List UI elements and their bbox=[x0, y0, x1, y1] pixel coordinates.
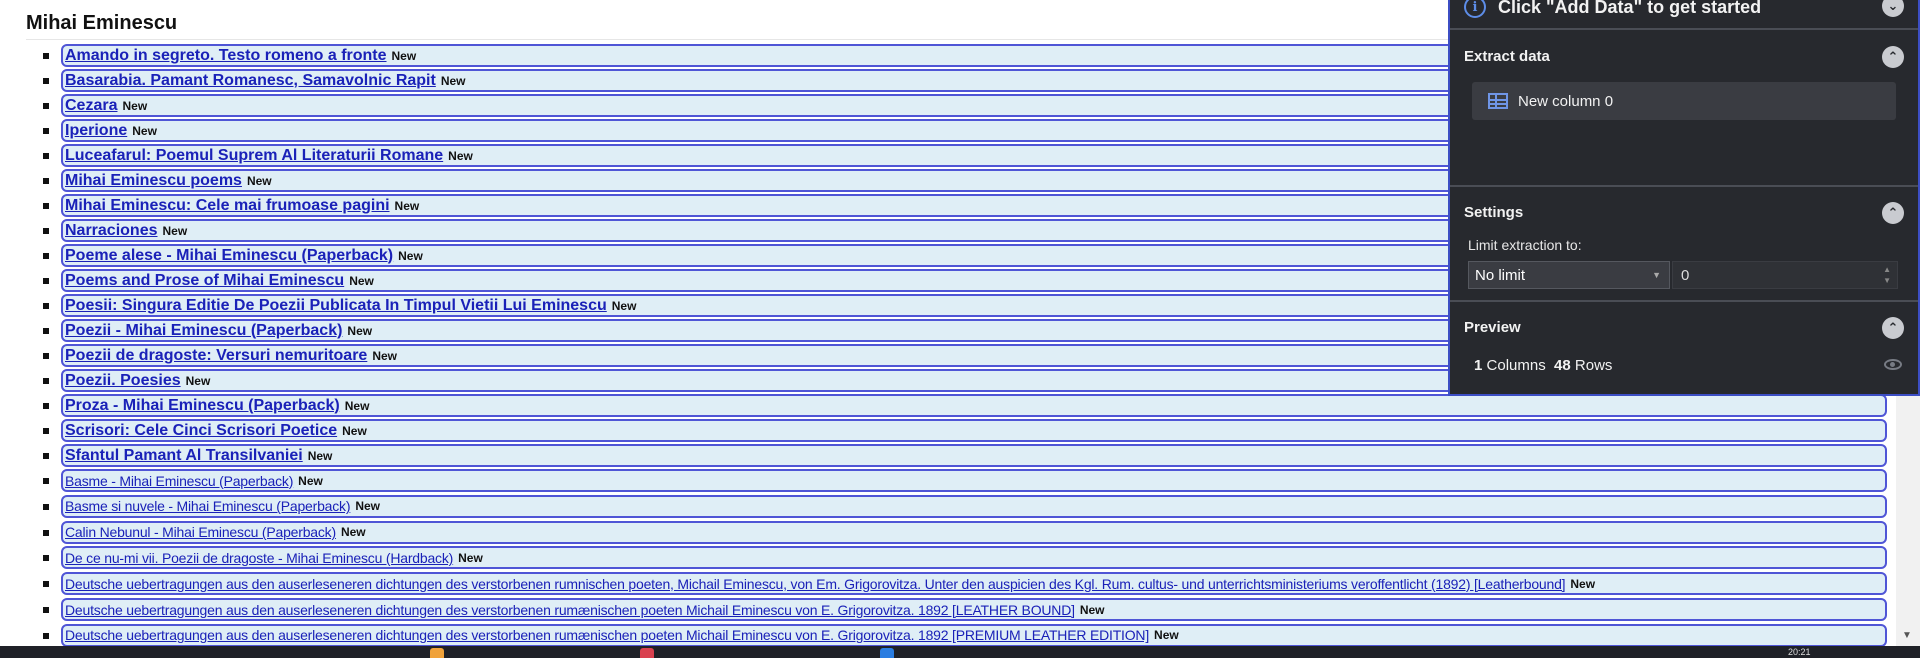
limit-input-value: 0 bbox=[1681, 266, 1690, 284]
book-title-link[interactable]: Poezii de dragoste: Versuri nemuritoare bbox=[65, 347, 367, 365]
book-list-item: Calin Nebunul - Mihai Eminescu (Paperbac… bbox=[43, 520, 1887, 544]
book-title-link[interactable]: Deutsche uebertragungen aus den auserles… bbox=[65, 576, 1566, 592]
new-badge: New bbox=[355, 499, 381, 514]
limit-label: Limit extraction to: bbox=[1468, 237, 1582, 253]
panel-header: i Click "Add Data" to get started ⌄ bbox=[1450, 0, 1918, 30]
book-title-link[interactable]: Proza - Mihai Eminescu (Paperback) bbox=[65, 397, 340, 415]
book-title-link[interactable]: Cezara bbox=[65, 97, 117, 115]
book-title-link[interactable]: Deutsche uebertragungen aus den auserles… bbox=[65, 627, 1149, 643]
new-badge: New bbox=[1079, 602, 1105, 617]
info-icon: i bbox=[1464, 0, 1486, 18]
book-list-item: Deutsche uebertragungen aus den auserles… bbox=[43, 572, 1887, 596]
book-list-item: Basme - Mihai Eminescu (Paperback) New bbox=[43, 469, 1887, 492]
book-list-item: Basme si nuvele - Mihai Eminescu (Paperb… bbox=[43, 494, 1887, 518]
book-title-link[interactable]: Poems and Prose of Mihai Eminescu bbox=[65, 272, 344, 290]
new-badge: New bbox=[611, 298, 637, 313]
column-label: New column 0 bbox=[1518, 92, 1614, 110]
book-title-link[interactable]: Poezii - Mihai Eminescu (Paperback) bbox=[65, 322, 342, 340]
book-list-item: De ce nu-mi vii. Poezii de dragoste - Mi… bbox=[43, 546, 1887, 570]
taskbar-app-icon[interactable] bbox=[430, 648, 444, 658]
columns-label: Columns bbox=[1486, 357, 1546, 374]
book-title-link[interactable]: Scrisori: Cele Cinci Scrisori Poetice bbox=[65, 422, 337, 440]
book-title-link[interactable]: Poeme alese - Mihai Eminescu (Paperback) bbox=[65, 247, 393, 265]
book-title-link[interactable]: Basme si nuvele - Mihai Eminescu (Paperb… bbox=[65, 498, 351, 514]
new-badge: New bbox=[344, 398, 370, 413]
new-badge: New bbox=[307, 448, 333, 463]
book-title-link[interactable]: Amando in segreto. Testo romeno a fronte bbox=[65, 47, 387, 65]
chevron-up-icon[interactable]: ⌃ bbox=[1882, 202, 1904, 224]
scroll-down-arrow-icon[interactable]: ▼ bbox=[1902, 630, 1912, 641]
column-icon bbox=[1488, 93, 1508, 109]
book-list-item: Proza - Mihai Eminescu (Paperback) New bbox=[43, 394, 1887, 417]
book-title-link[interactable]: De ce nu-mi vii. Poezii de dragoste - Mi… bbox=[65, 550, 453, 566]
new-badge: New bbox=[298, 473, 323, 488]
book-title-link[interactable]: Luceafarul: Poemul Suprem Al Literaturii… bbox=[65, 147, 443, 165]
book-title-link[interactable]: Iperione bbox=[65, 122, 127, 140]
preview-section: Preview ⌃ bbox=[1450, 300, 1918, 396]
new-badge: New bbox=[185, 373, 211, 388]
new-badge: New bbox=[398, 248, 423, 263]
chevron-up-icon[interactable]: ⌃ bbox=[1882, 46, 1904, 68]
new-badge: New bbox=[440, 73, 466, 88]
taskbar: 20:21 bbox=[0, 646, 1920, 658]
eye-icon[interactable] bbox=[1884, 359, 1902, 370]
settings-title: Settings bbox=[1464, 204, 1524, 221]
preview-title: Preview bbox=[1464, 319, 1521, 336]
new-badge: New bbox=[1570, 576, 1596, 591]
taskbar-app-icon[interactable] bbox=[880, 648, 894, 658]
book-title-link[interactable]: Mihai Eminescu poems bbox=[65, 172, 242, 190]
book-title-link[interactable]: Narraciones bbox=[65, 222, 158, 240]
book-title-link[interactable]: Basme - Mihai Eminescu (Paperback) bbox=[65, 473, 293, 489]
limit-select-value: No limit bbox=[1475, 266, 1526, 284]
rows-label: Rows bbox=[1574, 357, 1613, 374]
new-badge: New bbox=[132, 123, 157, 138]
taskbar-app-icon[interactable] bbox=[640, 648, 654, 658]
limit-input[interactable]: 0 ▲ ▼ bbox=[1672, 261, 1898, 289]
new-badge: New bbox=[391, 48, 417, 63]
new-badge: New bbox=[246, 173, 272, 188]
new-badge: New bbox=[122, 98, 148, 113]
new-badge: New bbox=[349, 273, 374, 288]
new-badge: New bbox=[1154, 628, 1179, 643]
get-started-text: Click "Add Data" to get started bbox=[1498, 0, 1762, 17]
new-badge: New bbox=[347, 323, 373, 338]
book-title-link[interactable]: Sfantul Pamant Al Transilvaniei bbox=[65, 447, 303, 465]
book-list-item: Sfantul Pamant Al Transilvaniei New bbox=[43, 444, 1887, 467]
book-title-link[interactable]: Deutsche uebertragungen aus den auserles… bbox=[65, 602, 1075, 618]
dropdown-arrow-icon: ▼ bbox=[1652, 270, 1661, 280]
chevron-down-icon[interactable]: ⌄ bbox=[1882, 0, 1904, 17]
new-badge: New bbox=[340, 525, 366, 540]
chevron-up-icon[interactable]: ⌃ bbox=[1882, 317, 1904, 339]
column-chip[interactable]: New column 0 bbox=[1472, 82, 1896, 120]
row-count: 48 bbox=[1554, 357, 1571, 374]
column-count: 1 bbox=[1474, 357, 1483, 374]
new-badge: New bbox=[458, 550, 483, 565]
new-badge: New bbox=[448, 148, 473, 163]
book-title-link[interactable]: Poesii: Singura Editie De Poezii Publica… bbox=[65, 297, 607, 315]
new-badge: New bbox=[372, 348, 397, 363]
limit-select[interactable]: No limit ▼ bbox=[1468, 261, 1670, 289]
book-list-item: Scrisori: Cele Cinci Scrisori Poetice New bbox=[43, 419, 1887, 442]
book-title-link[interactable]: Mihai Eminescu: Cele mai frumoase pagini bbox=[65, 197, 390, 215]
book-list-item: Deutsche uebertragungen aus den auserles… bbox=[43, 623, 1887, 647]
spinner-icon[interactable]: ▲ ▼ bbox=[1883, 264, 1891, 286]
book-title-link[interactable]: Basarabia. Pamant Romanesc, Samavolnic R… bbox=[65, 72, 436, 90]
book-title-link[interactable]: Calin Nebunul - Mihai Eminescu (Paperbac… bbox=[65, 524, 336, 540]
book-title-link[interactable]: Poezii. Poesies bbox=[65, 372, 181, 390]
taskbar-clock: 20:21 bbox=[1788, 647, 1811, 657]
extraction-panel: i Click "Add Data" to get started ⌄ Extr… bbox=[1448, 0, 1920, 396]
new-badge: New bbox=[394, 198, 420, 213]
new-badge: New bbox=[162, 223, 188, 238]
new-badge: New bbox=[342, 423, 367, 438]
preview-stats: 1 Columns 48 Rows bbox=[1474, 357, 1612, 374]
extract-data-title: Extract data bbox=[1464, 48, 1550, 65]
book-list-item: Deutsche uebertragungen aus den auserles… bbox=[43, 598, 1887, 621]
